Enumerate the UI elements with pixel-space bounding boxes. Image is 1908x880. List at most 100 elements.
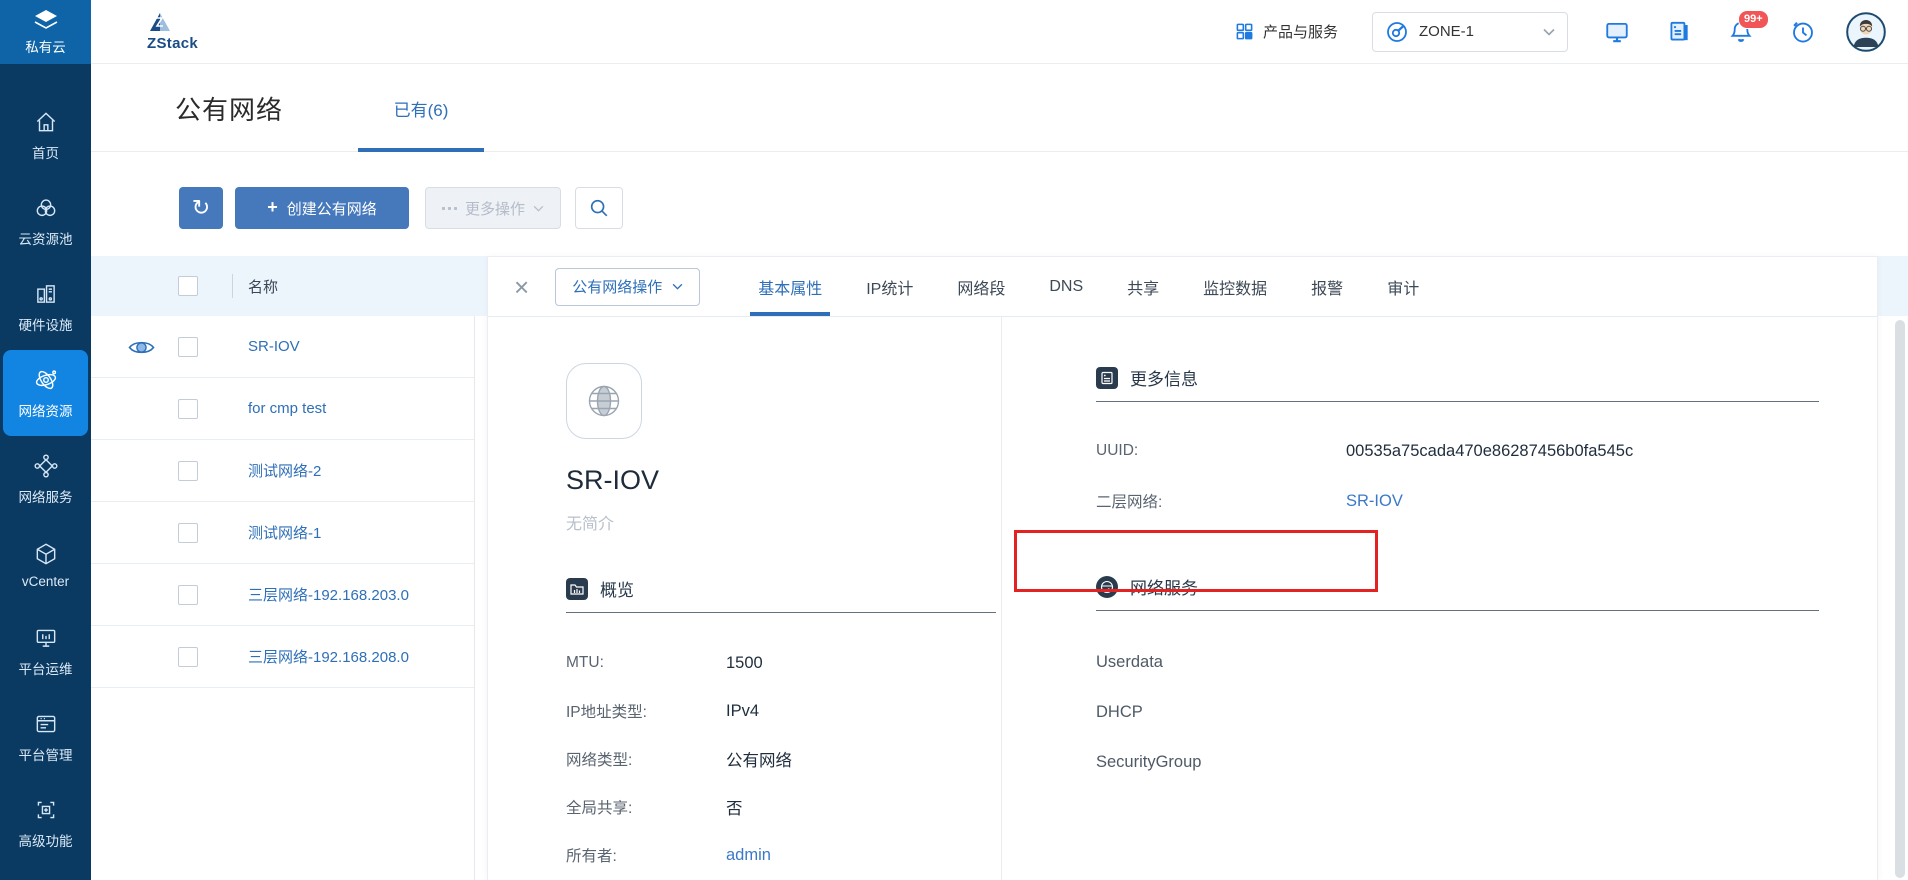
overview-title: 概览 (600, 576, 634, 601)
row-checkbox[interactable] (178, 585, 198, 605)
sidebar-item-label: 网络服务 (19, 486, 73, 506)
table-row[interactable]: for cmp test (91, 378, 474, 440)
table-row[interactable]: 三层网络-192.168.208.0 (91, 626, 474, 688)
more-dots-icon (442, 206, 457, 211)
tab-dns[interactable]: DNS (1049, 257, 1083, 316)
kv-value: IPv4 (726, 702, 759, 721)
home-icon (33, 109, 59, 135)
zone-select[interactable]: ZONE-1 (1372, 12, 1568, 52)
tab-alerts[interactable]: 报警 (1311, 257, 1343, 316)
owner-link[interactable]: admin (726, 846, 771, 865)
table-row[interactable]: SR-IOV (91, 316, 474, 378)
create-button-label: 创建公有网络 (287, 198, 377, 219)
user-avatar[interactable] (1846, 12, 1886, 52)
tab-ip-stats[interactable]: IP统计 (866, 257, 913, 316)
sidebar-item-label: 首页 (32, 142, 59, 162)
sidebar-item-cloud-pool[interactable]: 云资源池 (0, 178, 91, 264)
refresh-button[interactable]: ↻ (179, 187, 223, 229)
more-info-rows: UUID: 00535a75cada470e86287456b0fa545c 二… (1096, 426, 1819, 526)
docs-button[interactable] (1666, 19, 1692, 45)
refresh-icon: ↻ (192, 195, 210, 221)
sidebar-item-network-services[interactable]: 网络服务 (0, 436, 91, 522)
sidebar: 私有云 首页 云资源池 硬件设施 网络资源 网络服务 (0, 0, 91, 880)
detail-panel: × 公有网络操作 基本属性 IP统计 网络段 DNS 共享 监控数据 报警 审计 (487, 256, 1878, 880)
row-checkbox[interactable] (178, 337, 198, 357)
tab-network-segment[interactable]: 网络段 (957, 257, 1005, 316)
sidebar-nav: 首页 云资源池 硬件设施 网络资源 网络服务 vCenter (0, 64, 91, 866)
more-info-divider (1096, 401, 1819, 402)
row-checkbox[interactable] (178, 461, 198, 481)
sidebar-item-hardware[interactable]: 硬件设施 (0, 264, 91, 350)
sidebar-item-home[interactable]: 首页 (0, 92, 91, 178)
row-checkbox[interactable] (178, 647, 198, 667)
kv-label: IP地址类型: (566, 700, 726, 722)
network-name[interactable]: 三层网络-192.168.208.0 (248, 646, 409, 667)
column-header-name: 名称 (248, 256, 278, 316)
row-checkbox[interactable] (178, 399, 198, 419)
tab-audit[interactable]: 审计 (1387, 257, 1419, 316)
vcenter-icon (33, 541, 59, 567)
select-all-checkbox[interactable] (178, 276, 198, 296)
zstack-app: 私有云 首页 云资源池 硬件设施 网络资源 网络服务 (0, 0, 1908, 880)
close-icon[interactable]: × (514, 274, 529, 300)
zstack-logo[interactable]: ZStack (147, 12, 198, 52)
products-services-button[interactable]: 产品与服务 (1235, 21, 1338, 42)
row-checkbox[interactable] (178, 523, 198, 543)
uuid-value: 00535a75cada470e86287456b0fa545c (1346, 442, 1633, 461)
table-row[interactable]: 三层网络-192.168.203.0 (91, 564, 474, 626)
tab-monitoring[interactable]: 监控数据 (1203, 257, 1267, 316)
kv-label: 二层网络: (1096, 490, 1346, 512)
sidebar-item-network-resources[interactable]: 网络资源 (3, 350, 88, 436)
column-divider (1001, 317, 1002, 880)
service-item: Userdata (1096, 637, 1819, 687)
kv-row-network-type: 网络类型: 公有网络 (566, 735, 996, 783)
tab-existing[interactable]: 已有(6) (358, 64, 484, 152)
detail-tabs: 基本属性 IP统计 网络段 DNS 共享 监控数据 报警 审计 (758, 257, 1419, 316)
products-services-label: 产品与服务 (1263, 21, 1338, 42)
network-name[interactable]: 测试网络-1 (248, 522, 321, 543)
overview-divider (566, 612, 996, 613)
network-name[interactable]: for cmp test (248, 400, 326, 417)
layers-icon (31, 9, 61, 33)
platform-ops-icon (33, 625, 59, 651)
network-name[interactable]: 测试网络-2 (248, 460, 321, 481)
sidebar-item-advanced[interactable]: 高级功能 (0, 780, 91, 866)
notifications-button[interactable]: 99+ (1728, 19, 1754, 45)
create-public-network-button[interactable]: + 创建公有网络 (235, 187, 409, 229)
advanced-features-icon (33, 797, 59, 823)
top-header: ZStack 产品与服务 ZONE-1 99+ (91, 0, 1908, 64)
more-actions-button[interactable]: 更多操作 (425, 187, 561, 229)
overview-rows: MTU: 1500 IP地址类型: IPv4 网络类型: 公有网络 全局共享 (566, 639, 996, 879)
kv-label: UUID: (1096, 442, 1346, 460)
l2-network-link[interactable]: SR-IOV (1346, 492, 1403, 511)
network-services-divider (1096, 610, 1819, 611)
zstack-logo-icon (147, 12, 173, 34)
search-button[interactable] (575, 187, 623, 229)
tab-basic-properties[interactable]: 基本属性 (758, 257, 822, 316)
sidebar-brand-private-cloud[interactable]: 私有云 (0, 0, 91, 64)
network-name[interactable]: 三层网络-192.168.203.0 (248, 584, 409, 605)
network-services-section-header: 网络服务 (1096, 574, 1819, 599)
chevron-down-icon (1543, 28, 1555, 36)
history-button[interactable] (1790, 19, 1816, 45)
kv-value: 1500 (726, 654, 763, 673)
tab-share[interactable]: 共享 (1127, 257, 1159, 316)
detail-right-column: 更多信息 UUID: 00535a75cada470e86287456b0fa5… (1096, 317, 1819, 787)
service-item: SecurityGroup (1096, 737, 1819, 787)
hardware-icon (33, 281, 59, 307)
table-row[interactable]: 测试网络-2 (91, 440, 474, 502)
scrollbar-thumb[interactable] (1895, 320, 1905, 878)
kv-row-mtu: MTU: 1500 (566, 639, 996, 687)
network-actions-dropdown[interactable]: 公有网络操作 (555, 268, 700, 306)
console-button[interactable] (1604, 19, 1630, 45)
kv-row-uuid: UUID: 00535a75cada470e86287456b0fa545c (1096, 426, 1819, 476)
zone-icon (1385, 20, 1409, 44)
sidebar-item-platform-ops[interactable]: 平台运维 (0, 608, 91, 694)
main-content: 公有网络 已有(6) ↻ + 创建公有网络 更多操作 名称 (91, 64, 1908, 880)
sidebar-item-vcenter[interactable]: vCenter (0, 522, 91, 608)
header-divider (232, 274, 233, 298)
sidebar-item-platform-mgmt[interactable]: 平台管理 (0, 694, 91, 780)
page-title: 公有网络 (175, 90, 283, 127)
network-name[interactable]: SR-IOV (248, 338, 300, 355)
table-row[interactable]: 测试网络-1 (91, 502, 474, 564)
